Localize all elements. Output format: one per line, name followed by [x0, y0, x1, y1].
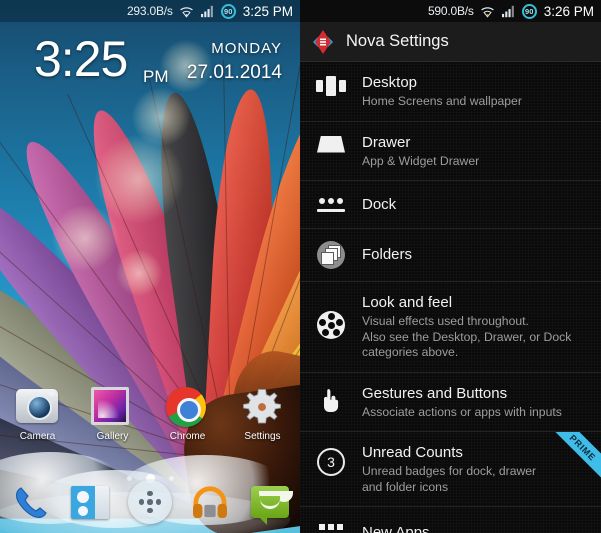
- row-subtitle: App & Widget Drawer: [362, 153, 480, 168]
- battery-icon: 90: [220, 3, 236, 19]
- message-bubble-icon: [251, 486, 289, 525]
- row-subtitle: Associate actions or apps with inputs: [362, 404, 562, 419]
- row-subtitle: Visual effects used throughout. Also see…: [362, 314, 572, 359]
- dock-item-all-apps[interactable]: [120, 480, 180, 524]
- row-title: Look and feel: [362, 294, 453, 311]
- battery-percent-text: 90: [525, 6, 534, 16]
- unread-count-icon: 3: [300, 443, 362, 476]
- lens-flare: [132, 88, 190, 146]
- cell-signal-icon: [501, 5, 514, 17]
- settings-list[interactable]: Desktop Home Screens and wallpaper Drawe…: [300, 62, 601, 533]
- row-title: New Apps: [362, 524, 430, 533]
- dock-icon: [300, 195, 362, 212]
- app-shortcut-settings[interactable]: Settings: [225, 384, 300, 446]
- drawer-icon: [300, 133, 362, 153]
- widget-meridiem: PM: [143, 67, 169, 86]
- settings-row-dock[interactable]: Dock: [300, 181, 601, 229]
- action-bar: Nova Settings: [300, 22, 601, 62]
- camera-icon: [15, 384, 60, 428]
- lens-flare: [95, 135, 183, 223]
- app-drawer-icon: [128, 480, 172, 524]
- widget-date: 27.01.2014: [186, 62, 282, 83]
- app-label: Settings: [244, 431, 281, 442]
- folders-icon: [300, 241, 362, 269]
- gear-icon: [241, 384, 285, 428]
- status-bar[interactable]: 590.0B/s 90 3:26 PM: [300, 0, 601, 22]
- gallery-icon: [90, 384, 135, 428]
- row-title: Gestures and Buttons: [362, 384, 508, 402]
- page-title: Nova Settings: [346, 32, 449, 50]
- clock-text: 3:26 PM: [543, 3, 594, 19]
- wifi-icon: [480, 6, 494, 18]
- headphones-icon: [193, 486, 227, 519]
- unread-count-value: 3: [327, 454, 335, 470]
- settings-row-gestures-and-buttons[interactable]: Gestures and Buttons Associate actions o…: [300, 373, 601, 432]
- settings-row-drawer[interactable]: Drawer App & Widget Drawer: [300, 122, 601, 181]
- row-title: Desktop: [362, 74, 418, 91]
- dock: [0, 475, 300, 529]
- contacts-icon: [71, 485, 109, 519]
- dock-item-messaging[interactable]: [240, 486, 300, 525]
- widget-time: 3:25: [34, 31, 128, 87]
- battery-icon: 90: [521, 3, 537, 19]
- app-label: Gallery: [96, 431, 129, 442]
- desktop-icon: [300, 73, 362, 96]
- app-label: Chrome: [169, 431, 206, 442]
- dock-item-phone[interactable]: [0, 484, 60, 520]
- row-subtitle: Home Screens and wallpaper: [362, 94, 522, 108]
- settings-row-desktop[interactable]: Desktop Home Screens and wallpaper: [300, 62, 601, 122]
- app-shortcut-camera[interactable]: Camera: [0, 384, 75, 446]
- nova-settings-screen[interactable]: 590.0B/s 90 3:26 PM Nova Settings Deskto…: [300, 0, 601, 533]
- pointing-hand-icon: [300, 384, 362, 414]
- data-rate-text: 293.0B/s: [126, 4, 173, 18]
- dock-item-music[interactable]: [180, 485, 240, 519]
- settings-row-look-and-feel[interactable]: Look and feel Visual effects used throug…: [300, 282, 601, 373]
- phone-icon: [15, 487, 47, 519]
- app-label: Camera: [19, 431, 56, 442]
- cell-signal-icon: [200, 5, 213, 17]
- dock-item-contacts[interactable]: [60, 485, 120, 519]
- row-title: Drawer: [362, 133, 411, 151]
- settings-row-new-apps[interactable]: New Apps: [300, 507, 601, 533]
- home-screen[interactable]: 293.0B/s 90 3:25 PM 3:25 PM MONDAY 27.01…: [0, 0, 300, 533]
- home-app-row: Camera Gallery Chrome Settings: [0, 384, 300, 446]
- app-shortcut-chrome[interactable]: Chrome: [150, 384, 225, 446]
- row-title: Folders: [362, 246, 413, 263]
- dual-screenshot: 293.0B/s 90 3:25 PM 3:25 PM MONDAY 27.01…: [0, 0, 601, 533]
- lens-flare: [116, 250, 162, 296]
- grid-icon: [300, 521, 362, 533]
- look-and-feel-icon: [300, 293, 362, 339]
- lens-flare: [52, 205, 118, 271]
- wifi-icon: [179, 6, 193, 18]
- chrome-icon: [165, 384, 210, 428]
- settings-row-folders[interactable]: Folders: [300, 229, 601, 282]
- widget-weekday: MONDAY: [211, 40, 282, 57]
- row-title: Dock: [362, 196, 397, 213]
- battery-percent-text: 90: [224, 6, 233, 16]
- data-rate-text: 590.0B/s: [427, 4, 474, 18]
- app-shortcut-gallery[interactable]: Gallery: [75, 384, 150, 446]
- status-bar[interactable]: 293.0B/s 90 3:25 PM: [0, 0, 300, 22]
- clock-widget[interactable]: 3:25 PM MONDAY 27.01.2014: [0, 31, 300, 94]
- clock-text: 3:25 PM: [242, 3, 293, 19]
- nova-launcher-icon: [313, 29, 333, 54]
- settings-row-unread-counts[interactable]: 3 Unread Counts Unread badges for dock, …: [300, 432, 601, 507]
- row-subtitle: Unread badges for dock, drawer and folde…: [362, 464, 537, 494]
- row-title: Unread Counts: [362, 444, 463, 461]
